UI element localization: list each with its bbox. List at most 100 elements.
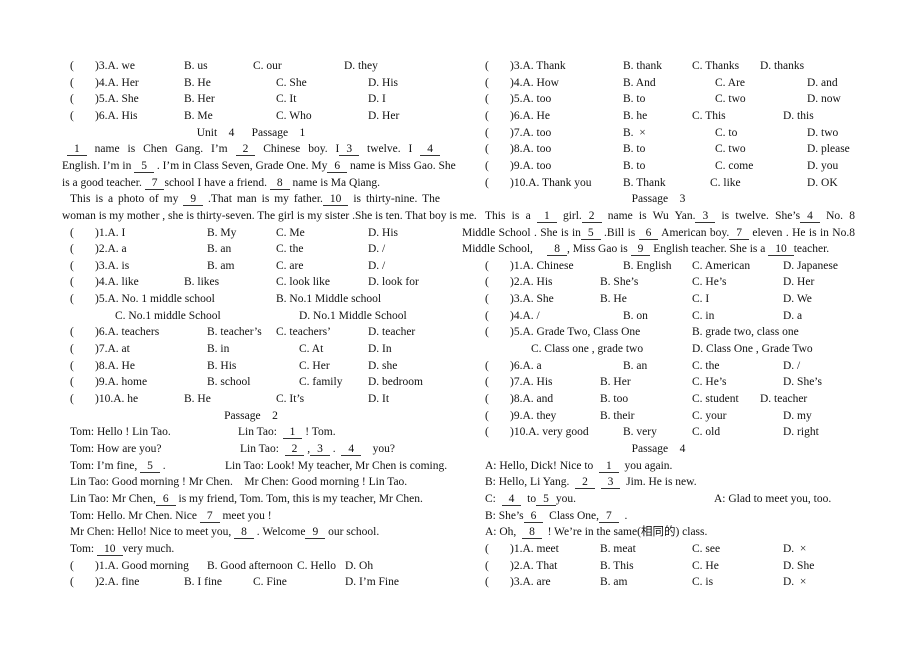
passage-text: ! We’re in the same(相同的) class. bbox=[541, 526, 708, 539]
option-label: D. please bbox=[807, 143, 850, 156]
option-label: )1.A. I bbox=[95, 226, 126, 239]
section-heading: Passage 3 bbox=[462, 191, 855, 207]
fill-in-blank[interactable]: 2 bbox=[284, 443, 305, 456]
passage-text: to bbox=[521, 492, 537, 505]
text-line: A: Hello, Dick! Nice to 1 you again. bbox=[0, 458, 920, 474]
passage-text: name is Wu Yan. bbox=[601, 209, 696, 222]
option-label: B. their bbox=[600, 409, 635, 422]
answer-bracket: ( bbox=[485, 309, 489, 322]
option-label: B. thank bbox=[623, 60, 662, 72]
option-label: B. And bbox=[623, 76, 656, 89]
passage-text: B: She’s bbox=[485, 509, 524, 522]
passage-text: .That man is my father. bbox=[203, 193, 323, 206]
option-label: D. / bbox=[783, 359, 801, 372]
passage-text: you again. bbox=[618, 459, 673, 472]
passage-text: This is a bbox=[485, 209, 537, 222]
option-label: B. he bbox=[623, 109, 648, 122]
fill-in-blank[interactable]: 8 bbox=[522, 526, 542, 540]
text-part: A: Glad to meet you, too. bbox=[714, 491, 831, 507]
fill-in-blank[interactable]: 4 bbox=[501, 493, 522, 506]
text-part: Middle School, 8, Miss Gao is 9 English … bbox=[462, 241, 829, 257]
passage-text: Middle School, bbox=[462, 243, 548, 256]
fill-in-blank[interactable]: 6 bbox=[523, 510, 544, 523]
fill-in-blank[interactable]: 6 bbox=[638, 227, 659, 240]
option-label: )3.A. are bbox=[510, 576, 551, 589]
question-row: ()10.A. Thank you B. Thank C. like D. OK bbox=[0, 175, 920, 191]
option-label: )8.A. and bbox=[510, 393, 554, 405]
text-line: This is a photo of my 9 .That man is my … bbox=[70, 191, 440, 207]
option-label: D. my bbox=[783, 409, 812, 422]
question-row: ()8.A. too B. to C. two D. please bbox=[0, 141, 920, 157]
option-label: B. very bbox=[623, 426, 657, 439]
option-label: C. He’s bbox=[692, 376, 727, 389]
text-line: Middle School, 8, Miss Gao is 9 English … bbox=[0, 241, 920, 257]
passage-text: Passage 3 bbox=[631, 193, 686, 206]
option-label: D. you bbox=[807, 159, 839, 172]
passage-text: This is a photo of my bbox=[70, 193, 184, 206]
option-label: )7.A. too bbox=[510, 126, 552, 139]
text-part: B: She’s 6 Class One, 7 . bbox=[485, 508, 627, 524]
fill-in-blank[interactable]: 10 bbox=[768, 243, 794, 257]
option-label: B. × bbox=[623, 126, 646, 139]
answer-bracket: ( bbox=[485, 93, 489, 106]
option-label: C. This bbox=[692, 109, 726, 122]
option-label: D. two bbox=[807, 126, 839, 139]
fill-in-blank[interactable]: 2 bbox=[575, 476, 595, 490]
passage-text: Middle School . She is in bbox=[462, 226, 581, 239]
fill-in-blank[interactable]: 1 bbox=[599, 460, 619, 473]
option-label: D. teacher bbox=[760, 393, 808, 405]
option-label: )5.A. too bbox=[510, 93, 552, 106]
passage-text: Passage 4 bbox=[631, 442, 686, 455]
question-row: ()3.A. are B. am C. is D. × bbox=[0, 574, 920, 590]
option-label: D. a bbox=[783, 309, 803, 322]
option-label: D. She’s bbox=[783, 376, 822, 389]
option-label: D. Japanese bbox=[783, 259, 838, 272]
answer-bracket: ( bbox=[485, 393, 489, 405]
option-label: C. Thanks bbox=[692, 60, 740, 72]
option-label: D. and bbox=[807, 76, 838, 89]
passage-text: English teacher. She is a bbox=[650, 243, 769, 256]
fill-in-blank[interactable]: 8 bbox=[547, 243, 568, 257]
fill-in-blank[interactable]: 7 bbox=[599, 510, 619, 523]
option-label: B. Thank bbox=[623, 176, 666, 189]
fill-in-blank[interactable]: 5 bbox=[536, 493, 556, 506]
fill-in-blank[interactable]: 3 bbox=[695, 210, 716, 223]
option-label: B. meat bbox=[600, 542, 636, 555]
passage-text: eleven . He is in No.8 bbox=[749, 226, 855, 239]
option-label: )9.A. they bbox=[510, 409, 557, 422]
question-row: ()4.A. How B. And C. Are D. and bbox=[0, 75, 920, 91]
fill-in-blank[interactable]: 1 bbox=[536, 210, 557, 223]
fill-in-blank[interactable]: 7 bbox=[729, 227, 750, 240]
passage-text: Tom: How are you? bbox=[70, 442, 162, 455]
option-label: )6.A. He bbox=[510, 109, 550, 122]
fill-in-blank[interactable]: 3 bbox=[310, 443, 330, 456]
option-label: D. Her bbox=[783, 276, 815, 289]
option-label: D. now bbox=[807, 93, 841, 106]
option-label: C. He’s bbox=[692, 276, 727, 289]
option-label: B. an bbox=[623, 359, 648, 372]
text-part: This is a photo of my 9 .That man is my … bbox=[70, 193, 440, 207]
question-row: ()9.A. they B. their C. your D. my bbox=[0, 408, 920, 424]
fill-in-blank[interactable]: 5 bbox=[580, 227, 601, 240]
option-label: C. come bbox=[715, 159, 754, 172]
passage-text: you? bbox=[361, 442, 396, 455]
option-label: B. My bbox=[207, 226, 237, 239]
answer-bracket: ( bbox=[485, 426, 489, 439]
answer-bracket: ( bbox=[485, 576, 489, 589]
answer-bracket: ( bbox=[485, 76, 489, 89]
fill-in-blank[interactable]: 9 bbox=[183, 193, 204, 207]
text-part: Passage 3 bbox=[632, 193, 686, 205]
passage-text: B: Hello, Li Yang. bbox=[485, 476, 576, 489]
question-row: ()7.A. His B. Her C. He’s D. She’s bbox=[0, 374, 920, 390]
fill-in-blank[interactable]: 4 bbox=[341, 443, 362, 456]
passage-text: girl. bbox=[556, 209, 582, 222]
fill-in-blank[interactable]: 4 bbox=[800, 210, 820, 223]
option-label: B. She’s bbox=[600, 276, 639, 289]
answer-bracket: ( bbox=[485, 359, 489, 372]
fill-in-blank[interactable]: 2 bbox=[581, 210, 602, 223]
fill-in-blank[interactable]: 3 bbox=[600, 476, 621, 490]
fill-in-blank[interactable]: 10 bbox=[322, 193, 349, 207]
fill-in-blank[interactable]: 9 bbox=[630, 243, 651, 257]
question-row: ()10.A. very good B. very C. old D. right bbox=[0, 424, 920, 440]
passage-text: Lin Tao: bbox=[240, 442, 285, 455]
